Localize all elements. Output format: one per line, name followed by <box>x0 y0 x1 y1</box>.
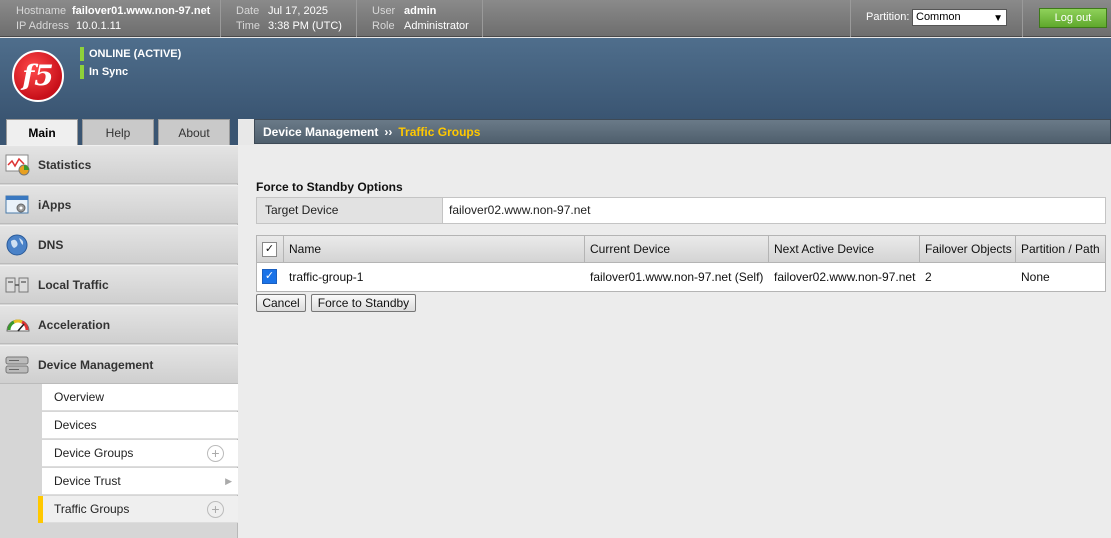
divider <box>356 0 357 37</box>
subnav-item-device-trust[interactable]: Device Trust ▶ <box>42 468 238 495</box>
sidebar-item-label: DNS <box>38 238 64 252</box>
hostname-value: failover01.www.non-97.net <box>72 5 211 17</box>
section-title: Force to Standby Options <box>256 180 403 194</box>
status-sync: In Sync <box>80 65 128 79</box>
row-partition-path: None <box>1021 270 1050 284</box>
chevron-right-icon: ▶ <box>225 476 232 486</box>
tab-main[interactable]: Main <box>6 119 78 145</box>
target-device-row: Target Device failover02.www.non-97.net <box>256 197 1106 224</box>
sidebar: Statistics iApps DNS Local Traffic Accel… <box>0 145 238 538</box>
main-content: Force to Standby Options Target Device f… <box>238 145 1111 538</box>
row-next-active-device: failover02.www.non-97.net <box>774 270 916 284</box>
sidebar-item-label: Statistics <box>38 158 92 172</box>
row-current-device: failover01.www.non-97.net (Self) <box>590 270 764 284</box>
host-info: Hostname failover01.www.non-97.net IP Add… <box>16 4 210 34</box>
subnav-item-traffic-groups[interactable]: Traffic Groups + <box>38 496 238 523</box>
target-device-value: failover02.www.non-97.net <box>449 203 591 217</box>
tab-help[interactable]: Help <box>82 119 154 145</box>
user-value: admin <box>404 5 437 17</box>
role-label: Role <box>372 20 395 32</box>
sidebar-item-label: Device Management <box>38 358 154 372</box>
cancel-button[interactable]: Cancel <box>256 294 306 312</box>
sidebar-item-local-traffic[interactable]: Local Traffic <box>0 265 238 304</box>
status-online: ONLINE (ACTIVE) <box>80 47 181 61</box>
dns-globe-icon <box>6 234 28 256</box>
column-header-failover-objects[interactable]: Failover Objects <box>920 236 1016 263</box>
partition-label: Partition: <box>866 11 910 23</box>
main-tabs: Main Help About <box>0 119 238 145</box>
target-device-label: Target Device <box>257 198 443 223</box>
chevron-down-icon: ▼ <box>993 13 1003 24</box>
acceleration-gauge-icon <box>6 319 30 332</box>
subnav-item-overview[interactable]: Overview <box>42 384 238 411</box>
local-traffic-icon <box>5 277 29 293</box>
sidebar-item-statistics[interactable]: Statistics <box>0 145 238 184</box>
subnav-item-label: Device Trust <box>54 474 121 488</box>
partition-value: Common <box>916 11 961 23</box>
column-header-current-device[interactable]: Current Device <box>585 236 769 263</box>
sidebar-item-acceleration[interactable]: Acceleration <box>0 305 238 344</box>
partition-select[interactable]: Common ▼ <box>912 9 1007 26</box>
traffic-groups-table: ✓ Name Current Device Next Active Device… <box>256 235 1106 292</box>
select-all-checkbox[interactable]: ✓ <box>262 242 277 257</box>
sidebar-item-dns[interactable]: DNS <box>0 225 238 264</box>
subnav-item-device-groups[interactable]: Device Groups + <box>42 440 238 467</box>
time-label: Time <box>236 20 261 32</box>
ip-value: 10.0.1.11 <box>76 20 122 32</box>
f5-logo: f5 <box>12 50 64 102</box>
subnav-item-devices[interactable]: Devices <box>42 412 238 439</box>
date-label: Date <box>236 5 260 17</box>
ip-label: IP Address <box>16 20 69 32</box>
tab-about[interactable]: About <box>158 119 230 145</box>
datetime-info: Date Jul 17, 2025 Time 3:38 PM (UTC) <box>236 4 342 34</box>
breadcrumb: Device Management ›› Traffic Groups <box>254 119 1111 144</box>
sidebar-item-label: iApps <box>38 198 72 212</box>
top-info-bar: Hostname failover01.www.non-97.net IP Add… <box>0 0 1111 37</box>
user-info: User admin Role Administrator <box>372 4 469 34</box>
hostname-label: Hostname <box>16 5 67 17</box>
divider <box>220 0 221 37</box>
divider <box>850 0 851 37</box>
subnav-item-label: Traffic Groups <box>54 502 130 516</box>
subnav-item-label: Device Groups <box>54 446 134 460</box>
date-value: Jul 17, 2025 <box>268 5 328 17</box>
user-label: User <box>372 5 396 17</box>
divider <box>1022 0 1023 37</box>
logout-button[interactable]: Log out <box>1039 8 1107 28</box>
role-value: Administrator <box>404 20 469 32</box>
row-checkbox[interactable]: ✓ <box>262 269 277 284</box>
divider <box>482 0 483 37</box>
time-value: 3:38 PM (UTC) <box>268 20 342 32</box>
sidebar-item-label: Local Traffic <box>38 278 109 292</box>
breadcrumb-separator: ›› <box>384 125 393 139</box>
add-icon[interactable]: + <box>207 445 224 462</box>
statistics-chart-icon <box>5 154 30 176</box>
iapps-window-icon <box>5 195 29 214</box>
sidebar-item-device-management[interactable]: Device Management <box>0 345 238 384</box>
subnav-item-label: Devices <box>54 418 97 432</box>
row-name: traffic-group-1 <box>289 270 364 284</box>
breadcrumb-current: Traffic Groups <box>398 125 481 139</box>
brand-header: f5 ONLINE (ACTIVE) In Sync <box>0 38 1111 119</box>
column-header-next-active-device[interactable]: Next Active Device <box>769 236 920 263</box>
force-to-standby-button[interactable]: Force to Standby <box>311 294 416 312</box>
subnav-item-label: Overview <box>54 390 105 404</box>
select-all-header: ✓ <box>257 236 284 263</box>
sidebar-item-label: Acceleration <box>38 318 111 332</box>
column-header-partition-path[interactable]: Partition / Path <box>1016 236 1105 263</box>
sidebar-item-iapps[interactable]: iApps <box>0 185 238 224</box>
device-management-server-icon <box>5 356 29 374</box>
breadcrumb-parent[interactable]: Device Management <box>263 125 378 139</box>
column-header-name[interactable]: Name <box>284 236 585 263</box>
row-failover-objects: 2 <box>925 270 932 284</box>
add-icon[interactable]: + <box>207 501 224 518</box>
